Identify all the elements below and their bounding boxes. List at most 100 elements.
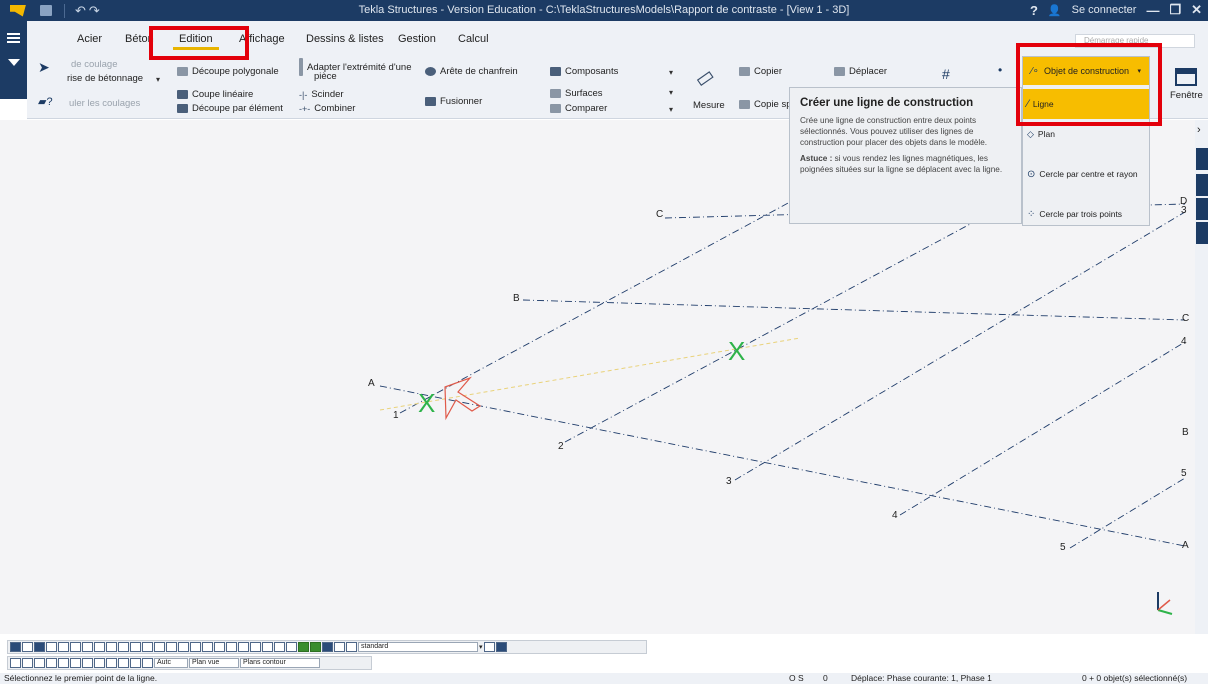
snap-icon[interactable] [495,642,507,652]
decoupe-element-button[interactable]: Découpe par élément [177,103,283,114]
snap-icon[interactable] [106,642,117,652]
snap-icon[interactable] [106,658,117,668]
expand-panel-icon[interactable]: › [1197,124,1201,136]
chevron-down-icon[interactable]: ▾ [669,68,673,77]
snap-icon[interactable] [250,642,261,652]
catalog-icon[interactable] [1196,222,1208,244]
settings-icon[interactable] [1196,174,1208,196]
snap-icon[interactable] [202,642,213,652]
snap-icon[interactable] [346,642,357,652]
snap-icon[interactable] [94,658,105,668]
snap-icon[interactable] [10,642,21,652]
grid-icon[interactable]: # [942,66,950,82]
hamburger-menu-icon[interactable] [7,33,20,43]
snap-icon[interactable] [214,642,225,652]
snap-icon[interactable] [130,658,141,668]
snap-icon[interactable] [58,642,69,652]
fenetre-button[interactable]: Fenêtre [1170,68,1203,101]
help-icon[interactable]: ? [1030,3,1038,18]
menu-item-cercle-trois-points[interactable]: ⁘ Cercle par trois points [1023,199,1149,229]
surfaces-button[interactable]: Surfaces [550,88,603,99]
snap-icon[interactable] [118,642,129,652]
snap-icon[interactable] [166,642,177,652]
chevron-down-icon[interactable]: ▾ [669,105,673,114]
close-icon[interactable]: ✕ [1191,2,1202,18]
chevron-down-icon[interactable]: ▾ [669,88,673,97]
snap-icon[interactable] [46,658,57,668]
snap-icon[interactable] [130,642,141,652]
collapse-arrow-icon[interactable] [8,59,20,66]
snap-icon[interactable] [70,642,81,652]
copie-speciale-button[interactable]: Copie sp [739,99,792,110]
snap-icon[interactable] [22,658,33,668]
plan-vue-select[interactable]: Plan vue [189,658,239,668]
select-pointer-icon[interactable]: ➤ [38,59,50,76]
combiner-button[interactable]: -+- Combiner [299,103,355,114]
user-icon[interactable]: 👤 [1048,4,1062,17]
fusionner-button[interactable]: Fusionner [425,96,482,107]
auto-select[interactable]: Autc [154,658,188,668]
betonnage-button[interactable]: rise de bétonnage [67,73,143,84]
chevron-down-icon[interactable]: ▾ [479,643,483,651]
minimize-icon[interactable]: — [1146,3,1159,18]
tab-calcul[interactable]: Calcul [458,33,489,45]
snap-icon[interactable] [82,658,93,668]
snap-icon[interactable] [118,658,129,668]
snap-icon[interactable] [46,642,57,652]
snap-icon[interactable] [322,642,333,652]
tab-dessins-listes[interactable]: Dessins & listes [306,33,384,45]
deplacer-button[interactable]: Déplacer [834,66,887,77]
snap-icon[interactable] [310,642,321,652]
snap-icon[interactable] [238,642,249,652]
tab-acier[interactable]: Acier [77,33,102,45]
snap-icon[interactable] [10,658,21,668]
menu-item-cercle-centre[interactable]: ⊙ Cercle par centre et rayon [1023,159,1149,189]
restore-icon[interactable]: ❐ [1169,2,1181,18]
snap-icon[interactable] [274,642,285,652]
save-icon[interactable] [40,5,52,16]
snap-icon[interactable] [178,642,189,652]
undo-redo-icon[interactable]: ↶↷ [75,3,103,19]
snap-icon[interactable] [190,642,201,652]
snap-icon[interactable] [262,642,273,652]
scinder-button[interactable]: -|- Scinder [299,89,344,100]
mesure-label[interactable]: Mesure [693,100,725,111]
copier-button[interactable]: Copier [739,66,782,77]
comparer-button[interactable]: Comparer [550,103,607,114]
tab-gestion[interactable]: Gestion [398,33,436,45]
components-icon [550,67,561,76]
plans-contour-select[interactable]: Plans contour [240,658,320,668]
couler-button[interactable]: uler les coulages [69,98,140,109]
chevron-down-icon[interactable]: ▾ [156,75,160,84]
signin-link[interactable]: Se connecter [1072,4,1137,16]
coupe-lineaire-button[interactable]: Coupe linéaire [177,89,253,100]
snap-icon[interactable] [142,642,153,652]
snap-icon[interactable] [70,658,81,668]
move-icon [834,67,845,76]
arete-chanfrein-button[interactable]: Arête de chanfrein [425,66,518,77]
snap-icon[interactable] [34,658,45,668]
snap-icon[interactable] [34,642,45,652]
cube-icon[interactable] [1196,198,1208,220]
snap-icon[interactable] [286,642,297,652]
snap-icon[interactable] [142,658,153,668]
smart-select-icon[interactable]: ▰? [38,95,53,108]
snap-icon[interactable] [22,642,33,652]
snap-icon[interactable] [226,642,237,652]
view-filter-select[interactable]: standard [358,642,478,652]
properties-icon[interactable] [1196,148,1208,170]
snap-icon[interactable] [94,642,105,652]
snap-icon[interactable] [483,642,495,652]
decoupe-polygonale-button[interactable]: Découpe polygonale [177,66,279,77]
tekla-logo-icon [10,4,26,17]
snap-icon[interactable] [58,658,69,668]
status-phase: Déplace: Phase courante: 1, Phase 1 [851,673,992,683]
menu-item-label: Cercle par centre et rayon [1039,169,1138,179]
ruler-icon[interactable]: ▭ [690,62,720,93]
snap-icon[interactable] [154,642,165,652]
composants-button[interactable]: Composants [550,66,618,77]
dot-icon[interactable]: • [998,63,1002,77]
snap-icon[interactable] [298,642,309,652]
snap-icon[interactable] [334,642,345,652]
snap-icon[interactable] [82,642,93,652]
